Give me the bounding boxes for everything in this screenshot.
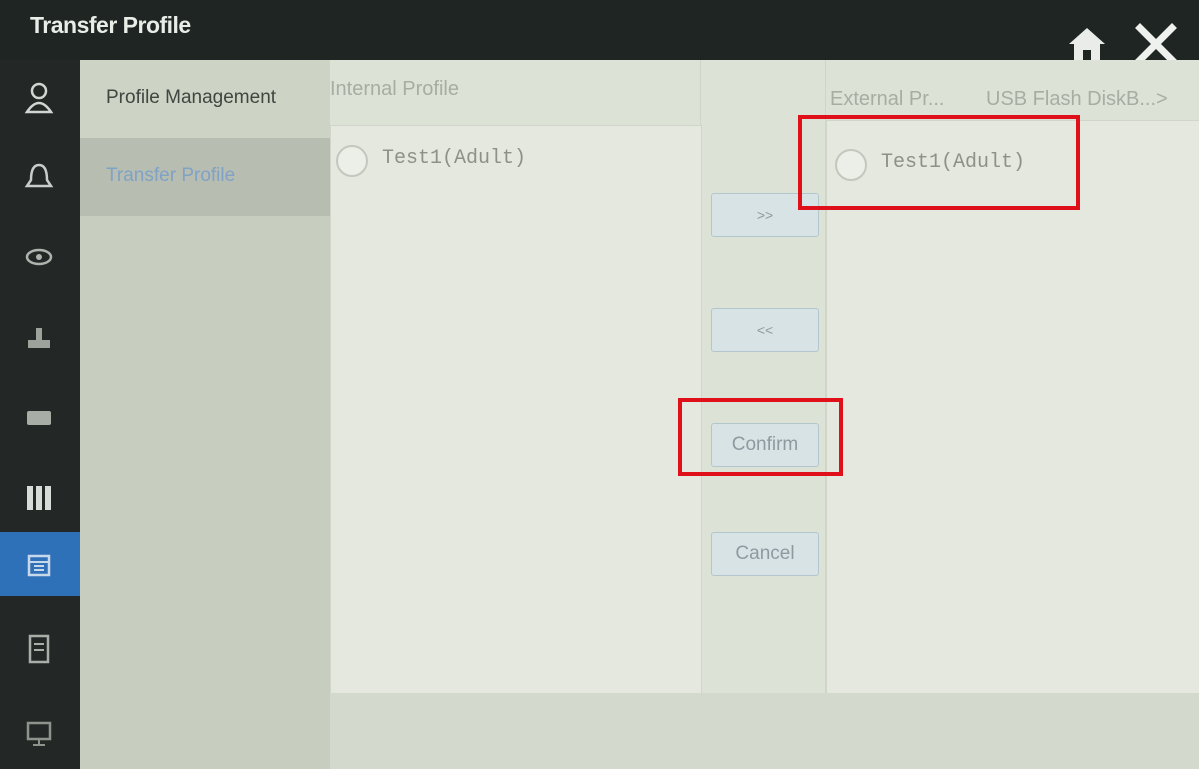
rail-item-user[interactable] bbox=[0, 64, 80, 128]
rail-item-alarm[interactable] bbox=[0, 144, 80, 208]
internal-profile-title: Internal Profile bbox=[330, 78, 459, 100]
nav-item-transfer-profile[interactable]: Transfer Profile bbox=[80, 138, 330, 216]
calendar-icon bbox=[27, 554, 51, 577]
external-profile-list: Test1(Adult) bbox=[826, 120, 1199, 695]
rail-item-battery[interactable] bbox=[0, 384, 80, 448]
rail-item-system[interactable] bbox=[0, 532, 80, 596]
profile-label: Test1(Adult) bbox=[382, 147, 527, 170]
eye-icon bbox=[25, 248, 53, 266]
bottom-bar bbox=[330, 693, 1199, 769]
move-right-button[interactable]: >> bbox=[711, 193, 819, 237]
confirm-button[interactable]: Confirm bbox=[711, 423, 819, 467]
battery-icon bbox=[27, 411, 51, 425]
rail-item-view[interactable] bbox=[0, 224, 80, 288]
radio-button[interactable] bbox=[336, 145, 368, 177]
screen: Transfer Profile Profile Management Tran… bbox=[0, 0, 1199, 769]
icon-rail bbox=[0, 60, 80, 769]
nav-item-profile-management[interactable]: Profile Management bbox=[80, 60, 330, 138]
bell-icon bbox=[24, 163, 54, 188]
move-left-button[interactable]: << bbox=[711, 308, 819, 352]
bars-icon bbox=[27, 486, 51, 510]
nav-item-label: Transfer Profile bbox=[106, 165, 236, 186]
nav-panel: Profile Management Transfer Profile bbox=[80, 60, 330, 769]
report-icon bbox=[28, 634, 50, 664]
monitor-icon bbox=[26, 721, 52, 746]
external-profile-title: External Pr... bbox=[830, 88, 945, 110]
rail-item-trends[interactable] bbox=[0, 464, 80, 528]
ventilator-icon bbox=[28, 328, 50, 348]
rail-item-ventilation[interactable] bbox=[0, 304, 80, 368]
external-source-selector[interactable]: USB Flash DiskB...> bbox=[986, 88, 1168, 111]
profile-label: Test1(Adult) bbox=[881, 151, 1026, 174]
nav-item-label: Profile Management bbox=[106, 87, 277, 108]
title-bar: Transfer Profile bbox=[0, 0, 1199, 65]
user-icon bbox=[24, 82, 54, 114]
rail-item-report[interactable] bbox=[0, 616, 80, 680]
page-title: Transfer Profile bbox=[30, 12, 191, 38]
internal-profile-list: Test1(Adult) bbox=[330, 125, 702, 695]
transfer-content: Internal Profile External Pr... USB Flas… bbox=[330, 60, 1199, 769]
cancel-button[interactable]: Cancel bbox=[711, 532, 819, 576]
radio-button[interactable] bbox=[835, 149, 867, 181]
rail-item-monitor[interactable] bbox=[0, 700, 80, 764]
